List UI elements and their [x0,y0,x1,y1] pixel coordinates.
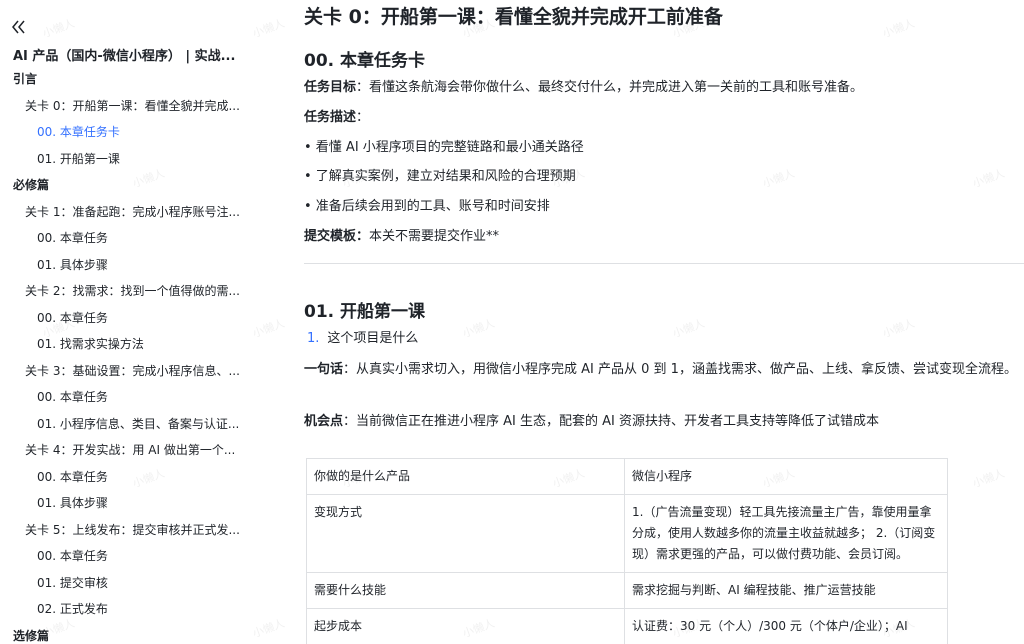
sidebar-item[interactable]: 01. 小程序信息、类目、备案与认证... [0,411,262,438]
one-line-label: 一句话 [304,362,344,377]
submit-template-text: 本关不需要提交作业** [369,229,500,244]
sidebar-item[interactable]: 00. 本章任务 [0,384,262,411]
project-info-table: 你做的是什么产品 微信小程序 变现方式 1.（广告流量变现）轻工具先接流量主广告，靠使… [306,458,948,644]
sidebar-item[interactable]: 01. 开船第一课 [0,146,262,173]
table-cell-label: 起步成本 [306,608,625,644]
task-desc-label: 任务描述 [304,110,357,125]
bullet-item: • 准备后续会用到的工具、账号和时间安排 [304,199,550,214]
collapse-sidebar-icon[interactable] [10,18,28,36]
table-cell-value: 需求挖掘与判断、AI 编程技能、推广运营技能 [624,572,948,609]
bullet-item: • 了解真实案例，建立对结果和风险的合理预期 [304,169,576,184]
sidebar-item[interactable]: 02. 正式发布 [0,596,262,623]
sidebar-item[interactable]: 01. 找需求实操方法 [0,331,262,358]
task-goal-paragraph: 任务目标：看懂这条航海会带你做什么、最终交付什么，并完成进入第一关前的工具和账号… [304,77,1020,98]
table-cell-value: 认证费：30 元（个人）/300 元（个体户/企业）；AI [624,608,948,644]
opportunity-paragraph: 机会点：当前微信正在推进小程序 AI 生态，配套的 AI 资源扶持、开发者工具支… [304,411,1020,432]
table-row: 你做的是什么产品 微信小程序 [306,458,948,495]
sidebar-item[interactable]: 关卡 0：开船第一课：看懂全貌并完成... [0,93,262,120]
numbered-item: 1. 这个项目是什么 [304,328,1020,349]
page-title: 关卡 0：开船第一课：看懂全貌并完成开工前准备 [304,6,723,28]
table-row: 需要什么技能 需求挖掘与判断、AI 编程技能、推广运营技能 [306,572,948,609]
task-desc-suffix: ： [356,110,370,125]
table-cell-label: 变现方式 [306,494,625,573]
task-goal-text: ：看懂这条航海会带你做什么、最终交付什么，并完成进入第一关前的工具和账号准备。 [356,80,864,95]
submit-template-label: 提交模板： [304,229,370,244]
sidebar-section-header: 选修篇 [13,628,50,643]
section-divider [304,263,1024,264]
numbered-index: 1. [307,331,320,346]
sidebar-outline-list: 引言关卡 0：开船第一课：看懂全貌并完成... 00. 本章任务卡 01. 开船第一… [0,66,262,644]
sidebar-item[interactable]: 00. 本章任务卡 [0,119,262,146]
sidebar-item[interactable]: 01. 提交审核 [0,570,262,597]
task-goal-label: 任务目标 [304,80,357,95]
numbered-text: 这个项目是什么 [327,331,419,346]
sidebar-item[interactable]: 关卡 5：上线发布：提交审核并正式发... [0,517,262,544]
sidebar-item[interactable]: 关卡 2：找需求：找到一个值得做的需... [0,278,262,305]
task-desc-paragraph: 任务描述： [304,107,1020,128]
table-cell-label: 你做的是什么产品 [306,458,625,495]
section-heading-first-lesson: 01. 开船第一课 [304,302,426,322]
sidebar-item[interactable]: 00. 本章任务 [0,305,262,332]
sidebar-item[interactable]: 00. 本章任务 [0,543,262,570]
sidebar-item[interactable]: 关卡 3：基础设置：完成小程序信息、... [0,358,262,385]
bullet-item: • 看懂 AI 小程序项目的完整链路和最小通关路径 [304,140,584,155]
sidebar-item[interactable]: 01. 具体步骤 [0,490,262,517]
one-line-summary-paragraph: 一句话：从真实小需求切入，用微信小程序完成 AI 产品从 0 到 1，涵盖找需求… [304,359,1020,380]
document-body: 关卡 0：开船第一课：看懂全貌并完成开工前准备 00. 本章任务卡 任务目标：看… [304,0,1024,644]
sidebar-item[interactable]: 00. 本章任务 [0,225,262,252]
sidebar-section-header: 引言 [13,72,38,86]
table-row: 变现方式 1.（广告流量变现）轻工具先接流量主广告，靠使用量拿分成，使用人数越多你… [306,494,948,573]
section-heading-task-card: 00. 本章任务卡 [304,51,426,71]
sidebar-item[interactable]: 01. 具体步骤 [0,252,262,279]
sidebar-item[interactable]: 关卡 1：准备起跑：完成小程序账号注... [0,199,262,226]
sidebar-doc-title[interactable]: AI 产品（国内-微信小程序） | 实战... [13,45,253,64]
one-line-text: ：从真实小需求切入，用微信小程序完成 AI 产品从 0 到 1，涵盖找需求、做产… [343,362,1017,377]
sidebar-item[interactable]: 00. 本章任务 [0,464,262,491]
table-cell-value: 微信小程序 [624,458,948,495]
opportunity-label: 机会点 [304,414,344,429]
table-row: 起步成本 认证费：30 元（个人）/300 元（个体户/企业）；AI [306,608,948,644]
sidebar-item[interactable]: 关卡 4：开发实战：用 AI 做出第一个... [0,437,262,464]
sidebar-outline: AI 产品（国内-微信小程序） | 实战... 引言关卡 0：开船第一课：看懂全… [0,0,262,644]
table-cell-label: 需要什么技能 [306,572,625,609]
opportunity-text: ：当前微信正在推进小程序 AI 生态，配套的 AI 资源扶持、开发者工具支持等降… [343,414,879,429]
table-cell-value: 1.（广告流量变现）轻工具先接流量主广告，靠使用量拿分成，使用人数越多你的流量主… [624,494,948,573]
sidebar-section-header: 必修篇 [13,178,50,192]
submit-template-paragraph: 提交模板：本关不需要提交作业** [304,226,1020,247]
